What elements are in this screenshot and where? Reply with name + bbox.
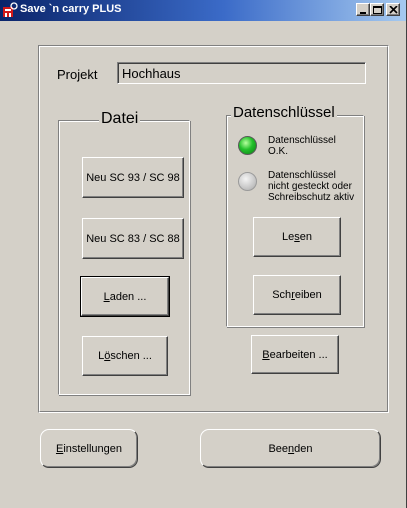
einstellungen-label: Einstellungen <box>55 442 123 455</box>
einstellungen-button[interactable]: Einstellungen <box>40 429 138 468</box>
bearbeiten-button[interactable]: Bearbeiten ... <box>251 335 339 374</box>
key-error-indicator-icon <box>238 172 257 191</box>
key-ok-indicator-icon <box>238 136 257 155</box>
maximize-icon <box>373 6 382 14</box>
key-error-status-text: Datenschlüssel nicht gesteckt oder Schre… <box>268 170 355 203</box>
window-title: Save `n carry PLUS <box>20 3 122 15</box>
loeschen-button[interactable]: Löschen ... <box>82 336 168 376</box>
beenden-button[interactable]: Beenden <box>200 429 381 468</box>
projekt-field[interactable]: Hochhaus <box>117 62 366 84</box>
title-bar[interactable]: Save `n carry PLUS <box>0 0 407 21</box>
datenschluessel-group-title: Datenschlüssel <box>231 104 337 121</box>
lesen-label: Lesen <box>282 231 312 243</box>
lesen-button[interactable]: Lesen <box>253 217 341 257</box>
minimize-button[interactable] <box>356 3 370 16</box>
maximize-button[interactable] <box>370 3 384 16</box>
neu-sc93-sc98-button[interactable]: Neu SC 93 / SC 98 <box>82 157 184 198</box>
laden-label: Laden ... <box>103 290 147 303</box>
minimize-icon <box>360 12 366 14</box>
datei-group-title: Datei <box>99 110 141 128</box>
close-icon <box>389 6 398 14</box>
bearbeiten-label: Bearbeiten ... <box>262 348 328 361</box>
close-button[interactable] <box>386 3 400 16</box>
schreiben-button[interactable]: Schreiben <box>253 275 341 315</box>
app-icon[interactable] <box>2 2 18 18</box>
beenden-label: Beenden <box>268 442 313 455</box>
key-ok-status-text: Datenschlüssel O.K. <box>268 135 336 157</box>
neu-sc83-sc88-button[interactable]: Neu SC 83 / SC 88 <box>82 218 184 259</box>
schreiben-label: Schreiben <box>272 289 322 301</box>
projekt-label: Projekt <box>57 67 98 82</box>
loeschen-label: Löschen ... <box>98 350 152 362</box>
laden-button[interactable]: Laden ... <box>80 276 170 317</box>
